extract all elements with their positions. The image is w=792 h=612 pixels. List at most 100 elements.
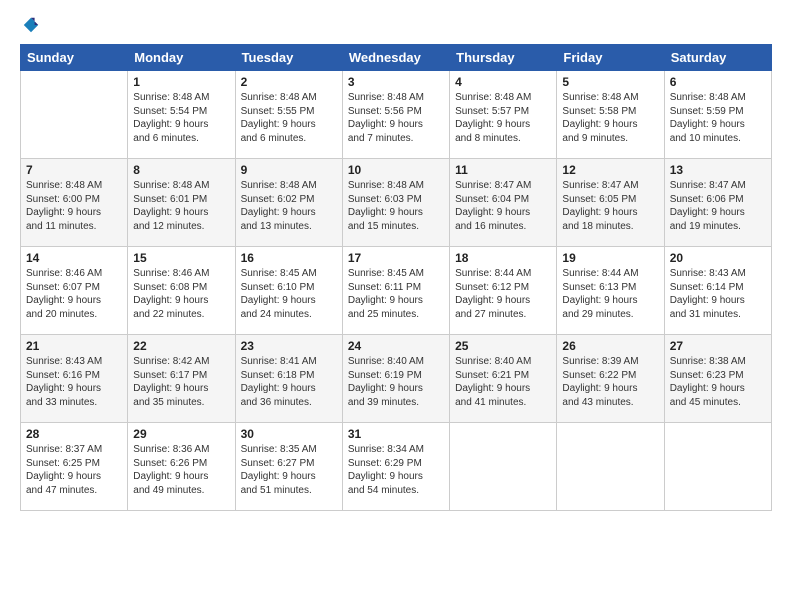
day-info: Sunrise: 8:45 AMSunset: 6:10 PMDaylight:… [241, 267, 337, 321]
calendar-cell: 12 Sunrise: 8:47 AMSunset: 6:05 PMDayligh… [557, 159, 664, 247]
day-number: 1 [133, 75, 229, 89]
calendar-cell: 27 Sunrise: 8:38 AMSunset: 6:23 PMDayligh… [664, 335, 771, 423]
calendar-cell: 9Sunrise: 8:48 AMSunset: 6:02 PMDaylight… [235, 159, 342, 247]
calendar-cell: 3 Sunrise: 8:48 AMSunset: 5:56 PMDaylight… [342, 71, 449, 159]
calendar-cell: 13 Sunrise: 8:47 AMSunset: 6:06 PMDayligh… [664, 159, 771, 247]
logo [20, 16, 40, 34]
day-info: Sunrise: 8:48 AMSunset: 6:01 PMDaylight:… [133, 179, 229, 233]
calendar-cell: 4 Sunrise: 8:48 AMSunset: 5:57 PMDaylight… [450, 71, 557, 159]
calendar-cell: 18 Sunrise: 8:44 AMSunset: 6:12 PMDayligh… [450, 247, 557, 335]
calendar-cell: 7 Sunrise: 8:48 AMSunset: 6:00 PMDaylight… [21, 159, 128, 247]
day-number: 30 [241, 427, 337, 441]
day-info: Sunrise: 8:39 AMSunset: 6:22 PMDaylight:… [562, 355, 658, 409]
day-info: Sunrise: 8:43 AMSunset: 6:16 PMDaylight:… [26, 355, 122, 409]
day-number: 2 [241, 75, 337, 89]
day-number: 20 [670, 251, 766, 265]
day-number: 18 [455, 251, 551, 265]
day-number: 13 [670, 163, 766, 177]
day-number: 29 [133, 427, 229, 441]
day-info: Sunrise: 8:48 AMSunset: 5:55 PMDaylight:… [241, 91, 337, 145]
calendar-row-3: 21 Sunrise: 8:43 AMSunset: 6:16 PMDayligh… [21, 335, 772, 423]
day-number: 3 [348, 75, 444, 89]
day-number: 7 [26, 163, 122, 177]
day-info: Sunrise: 8:48 AMSunset: 5:56 PMDaylight:… [348, 91, 444, 145]
day-info: Sunrise: 8:40 AMSunset: 6:19 PMDaylight:… [348, 355, 444, 409]
day-info: Sunrise: 8:42 AMSunset: 6:17 PMDaylight:… [133, 355, 229, 409]
day-number: 14 [26, 251, 122, 265]
day-number: 4 [455, 75, 551, 89]
calendar-row-2: 14 Sunrise: 8:46 AMSunset: 6:07 PMDayligh… [21, 247, 772, 335]
calendar-cell: 26 Sunrise: 8:39 AMSunset: 6:22 PMDayligh… [557, 335, 664, 423]
calendar-cell: 20 Sunrise: 8:43 AMSunset: 6:14 PMDayligh… [664, 247, 771, 335]
day-number: 10 [348, 163, 444, 177]
day-info: Sunrise: 8:48 AMSunset: 6:02 PMDaylight:… [241, 179, 337, 233]
calendar-cell: 11 Sunrise: 8:47 AMSunset: 6:04 PMDayligh… [450, 159, 557, 247]
day-info: Sunrise: 8:47 AMSunset: 6:05 PMDaylight:… [562, 179, 658, 233]
day-info: Sunrise: 8:37 AMSunset: 6:25 PMDaylight:… [26, 443, 122, 497]
calendar-col-wednesday: Wednesday [342, 45, 449, 71]
calendar-cell [450, 423, 557, 511]
calendar-cell: 29 Sunrise: 8:36 AMSunset: 6:26 PMDayligh… [128, 423, 235, 511]
calendar-cell: 10 Sunrise: 8:48 AMSunset: 6:03 PMDayligh… [342, 159, 449, 247]
calendar-cell: 30 Sunrise: 8:35 AMSunset: 6:27 PMDayligh… [235, 423, 342, 511]
calendar-col-friday: Friday [557, 45, 664, 71]
day-info: Sunrise: 8:48 AMSunset: 5:54 PMDaylight:… [133, 91, 229, 145]
day-info: Sunrise: 8:44 AMSunset: 6:13 PMDaylight:… [562, 267, 658, 321]
page: SundayMondayTuesdayWednesdayThursdayFrid… [0, 0, 792, 612]
calendar-cell: 28 Sunrise: 8:37 AMSunset: 6:25 PMDayligh… [21, 423, 128, 511]
day-number: 26 [562, 339, 658, 353]
day-number: 11 [455, 163, 551, 177]
day-number: 16 [241, 251, 337, 265]
calendar-row-0: 1 Sunrise: 8:48 AMSunset: 5:54 PMDaylight… [21, 71, 772, 159]
day-info: Sunrise: 8:35 AMSunset: 6:27 PMDaylight:… [241, 443, 337, 497]
calendar-cell: 31Sunrise: 8:34 AMSunset: 6:29 PMDayligh… [342, 423, 449, 511]
calendar-cell: 22 Sunrise: 8:42 AMSunset: 6:17 PMDayligh… [128, 335, 235, 423]
day-number: 24 [348, 339, 444, 353]
day-info: Sunrise: 8:43 AMSunset: 6:14 PMDaylight:… [670, 267, 766, 321]
calendar-table: SundayMondayTuesdayWednesdayThursdayFrid… [20, 44, 772, 511]
day-number: 5 [562, 75, 658, 89]
calendar-header-row: SundayMondayTuesdayWednesdayThursdayFrid… [21, 45, 772, 71]
calendar-col-tuesday: Tuesday [235, 45, 342, 71]
calendar-cell: 19 Sunrise: 8:44 AMSunset: 6:13 PMDayligh… [557, 247, 664, 335]
calendar-cell: 1 Sunrise: 8:48 AMSunset: 5:54 PMDaylight… [128, 71, 235, 159]
calendar-cell: 5 Sunrise: 8:48 AMSunset: 5:58 PMDaylight… [557, 71, 664, 159]
calendar-cell [664, 423, 771, 511]
day-number: 12 [562, 163, 658, 177]
calendar-cell: 21 Sunrise: 8:43 AMSunset: 6:16 PMDayligh… [21, 335, 128, 423]
calendar-row-4: 28 Sunrise: 8:37 AMSunset: 6:25 PMDayligh… [21, 423, 772, 511]
calendar-col-thursday: Thursday [450, 45, 557, 71]
day-info: Sunrise: 8:47 AMSunset: 6:06 PMDaylight:… [670, 179, 766, 233]
calendar-cell: 24 Sunrise: 8:40 AMSunset: 6:19 PMDayligh… [342, 335, 449, 423]
calendar-row-1: 7 Sunrise: 8:48 AMSunset: 6:00 PMDaylight… [21, 159, 772, 247]
day-info: Sunrise: 8:46 AMSunset: 6:08 PMDaylight:… [133, 267, 229, 321]
day-number: 22 [133, 339, 229, 353]
day-info: Sunrise: 8:46 AMSunset: 6:07 PMDaylight:… [26, 267, 122, 321]
day-info: Sunrise: 8:44 AMSunset: 6:12 PMDaylight:… [455, 267, 551, 321]
day-info: Sunrise: 8:48 AMSunset: 5:59 PMDaylight:… [670, 91, 766, 145]
day-number: 15 [133, 251, 229, 265]
day-info: Sunrise: 8:40 AMSunset: 6:21 PMDaylight:… [455, 355, 551, 409]
day-number: 23 [241, 339, 337, 353]
calendar-cell: 25Sunrise: 8:40 AMSunset: 6:21 PMDayligh… [450, 335, 557, 423]
day-info: Sunrise: 8:48 AMSunset: 5:57 PMDaylight:… [455, 91, 551, 145]
day-info: Sunrise: 8:45 AMSunset: 6:11 PMDaylight:… [348, 267, 444, 321]
day-number: 31 [348, 427, 444, 441]
day-info: Sunrise: 8:41 AMSunset: 6:18 PMDaylight:… [241, 355, 337, 409]
day-info: Sunrise: 8:47 AMSunset: 6:04 PMDaylight:… [455, 179, 551, 233]
day-info: Sunrise: 8:48 AMSunset: 6:00 PMDaylight:… [26, 179, 122, 233]
calendar-cell [557, 423, 664, 511]
day-number: 6 [670, 75, 766, 89]
calendar-cell: 16 Sunrise: 8:45 AMSunset: 6:10 PMDayligh… [235, 247, 342, 335]
day-number: 28 [26, 427, 122, 441]
calendar-col-monday: Monday [128, 45, 235, 71]
day-info: Sunrise: 8:38 AMSunset: 6:23 PMDaylight:… [670, 355, 766, 409]
day-info: Sunrise: 8:36 AMSunset: 6:26 PMDaylight:… [133, 443, 229, 497]
day-info: Sunrise: 8:48 AMSunset: 6:03 PMDaylight:… [348, 179, 444, 233]
day-number: 21 [26, 339, 122, 353]
day-number: 27 [670, 339, 766, 353]
day-number: 19 [562, 251, 658, 265]
calendar-col-saturday: Saturday [664, 45, 771, 71]
calendar-cell: 14 Sunrise: 8:46 AMSunset: 6:07 PMDayligh… [21, 247, 128, 335]
day-info: Sunrise: 8:48 AMSunset: 5:58 PMDaylight:… [562, 91, 658, 145]
